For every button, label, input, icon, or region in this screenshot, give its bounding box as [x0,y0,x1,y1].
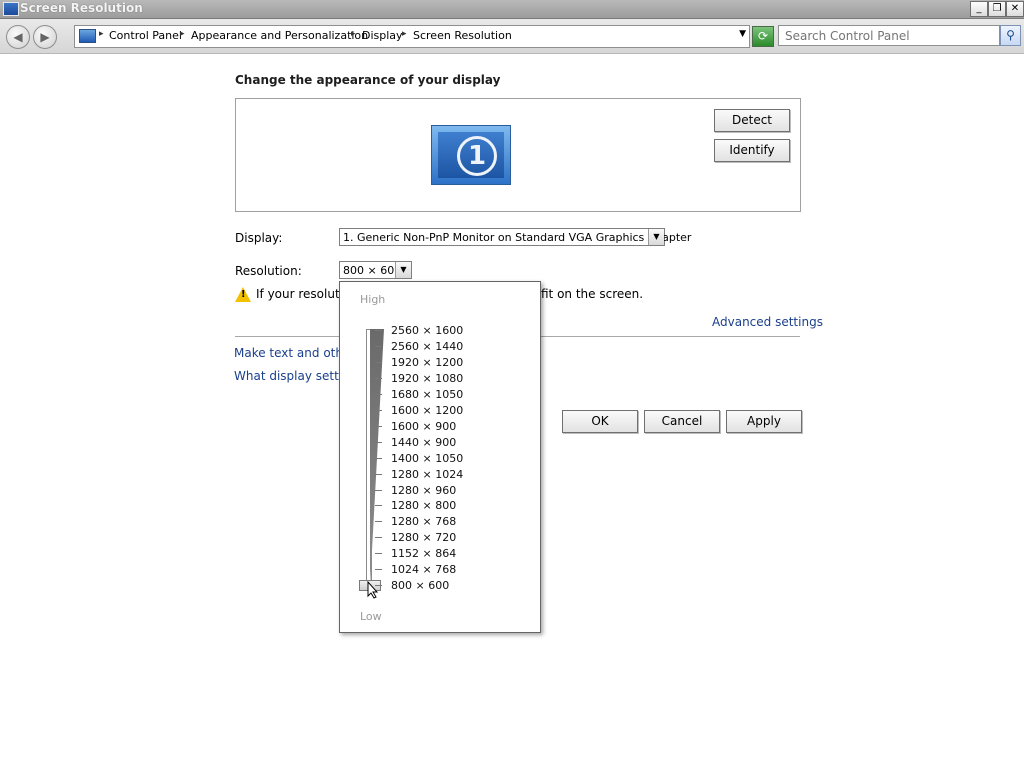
navigation-bar: ◀ ▶ ▸ Control Panel ▸ Appearance and Per… [0,19,1024,54]
resolution-option[interactable]: 1920 × 1200 [391,356,463,369]
breadcrumb-control-panel[interactable]: Control Panel [109,29,182,42]
resolution-option[interactable]: 800 × 600 [391,579,449,592]
slider-low-label: Low [360,610,382,623]
resolution-select-value: 800 × 600 [343,264,402,277]
monitor-number: 1 [457,136,497,176]
slider-tick [375,410,382,411]
resolution-option[interactable]: 1600 × 1200 [391,404,463,417]
slider-tick [375,378,382,379]
slider-tick [375,585,382,586]
slider-tick [375,553,382,554]
chevron-down-icon[interactable]: ▼ [648,229,664,245]
display-select[interactable]: 1. Generic Non-PnP Monitor on Standard V… [339,228,691,246]
slider-tick [375,490,382,491]
monitor-1-icon[interactable]: 1 [431,125,511,185]
slider-tick [375,569,382,570]
resolution-option[interactable]: 1920 × 1080 [391,372,463,385]
restore-button[interactable]: ❐ [988,1,1006,17]
monitor-screen: 1 [438,132,504,178]
chevron-down-icon[interactable]: ▼ [739,29,746,39]
advanced-settings-link[interactable]: Advanced settings [712,315,823,329]
resolution-label: Resolution: [235,264,302,278]
slider-tick [375,505,382,506]
chevron-down-icon[interactable]: ▼ [395,262,411,278]
slider-tick [375,442,382,443]
resolution-option[interactable]: 1280 × 1024 [391,468,463,481]
display-app-icon [3,2,19,16]
slider-tick [375,330,382,331]
slider-tick [375,426,382,427]
resolution-option[interactable]: 1680 × 1050 [391,388,463,401]
address-bar[interactable]: ▸ Control Panel ▸ Appearance and Persona… [74,25,750,48]
ok-button[interactable]: OK [562,410,638,433]
slider-tick [375,394,382,395]
slider-tick [375,458,382,459]
resolution-option[interactable]: 2560 × 1600 [391,324,463,337]
breadcrumb-appearance[interactable]: Appearance and Personalization [191,29,368,42]
apply-button[interactable]: Apply [726,410,802,433]
display-arrangement-panel: 1 Detect Identify [235,98,801,212]
forward-button[interactable]: ▶ [33,25,57,49]
search-input[interactable] [778,25,1000,46]
resolution-option[interactable]: 2560 × 1440 [391,340,463,353]
chevron-right-icon[interactable]: ▸ [180,29,185,39]
control-panel-icon [79,29,96,43]
breadcrumb-screen-resolution[interactable]: Screen Resolution [413,29,512,42]
resolution-option[interactable]: 1600 × 900 [391,420,456,433]
display-select-value: 1. Generic Non-PnP Monitor on Standard V… [343,231,692,244]
resolution-option[interactable]: 1152 × 864 [391,547,456,560]
resolution-option[interactable]: 1400 × 1050 [391,452,463,465]
detect-button[interactable]: Detect [714,109,790,132]
slider-tick [375,537,382,538]
display-label: Display: [235,231,283,245]
identify-button[interactable]: Identify [714,139,790,162]
page-title: Change the appearance of your display [235,73,501,87]
resolution-option[interactable]: 1440 × 900 [391,436,456,449]
chevron-right-icon[interactable]: ▸ [402,29,407,39]
title-bar: Screen Resolution _ ❐ ✕ [0,0,1024,19]
slider-tick [375,521,382,522]
slider-tick [375,474,382,475]
mouse-pointer-icon [367,581,379,599]
warning-text-end: fit on the screen. [541,287,644,301]
breadcrumb-display[interactable]: Display [362,29,403,42]
resolution-option[interactable]: 1280 × 960 [391,484,456,497]
slider-tick [375,346,382,347]
minimize-button[interactable]: _ [970,1,988,17]
close-button[interactable]: ✕ [1006,1,1024,17]
slider-tick [375,362,382,363]
cancel-button[interactable]: Cancel [644,410,720,433]
chevron-right-icon[interactable]: ▸ [99,29,104,39]
resolution-option[interactable]: 1024 × 768 [391,563,456,576]
refresh-icon[interactable]: ⟳ [752,26,774,47]
chevron-right-icon[interactable]: ▸ [351,29,356,39]
resolution-option[interactable]: 1280 × 720 [391,531,456,544]
resolution-option[interactable]: 1280 × 800 [391,499,456,512]
resolution-option[interactable]: 1280 × 768 [391,515,456,528]
resolution-select[interactable]: 800 × 600 ▼ [339,261,412,279]
warning-icon-mark: ! [241,289,246,300]
back-button[interactable]: ◀ [6,25,30,49]
resolution-slider-popup: High Low 2560 × 1600 2560 × 1440 1920 × 12… [339,281,541,633]
slider-high-label: High [360,293,386,306]
search-icon[interactable]: ⚲ [1000,25,1021,46]
window-title: Screen Resolution [20,1,143,15]
